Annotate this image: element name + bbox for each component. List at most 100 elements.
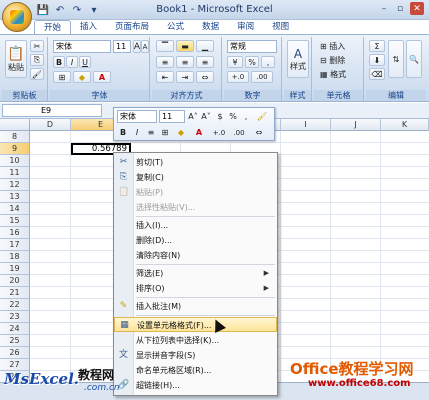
tab-formulas[interactable]: 公式 xyxy=(158,20,193,34)
font-color-icon[interactable]: A xyxy=(93,71,111,83)
align-center-icon[interactable]: ≡ xyxy=(176,56,194,68)
row-header[interactable]: 20 xyxy=(0,275,30,287)
find-select-icon[interactable]: 🔍 xyxy=(406,40,422,78)
sort-filter-icon[interactable]: ⇅ xyxy=(388,40,404,78)
menu-item-filter[interactable]: 筛选(E) ▶ xyxy=(114,266,277,281)
format-painter-icon[interactable]: 🖌 xyxy=(30,68,44,80)
menu-item-cut[interactable]: ✂ 剪切(T) xyxy=(114,155,277,170)
align-middle-icon[interactable]: ▬ xyxy=(176,40,194,52)
column-header[interactable]: D xyxy=(30,119,71,131)
borders-icon[interactable]: ⊞ xyxy=(53,71,71,83)
styles-button[interactable]: A 样式 xyxy=(287,40,309,78)
column-header[interactable]: I xyxy=(281,119,331,131)
row-header[interactable]: 9 xyxy=(0,143,30,155)
menu-item-hyperlink[interactable]: 🔗 超链接(H)... xyxy=(114,378,277,393)
mini-format-painter-icon[interactable]: 🖌 xyxy=(254,110,270,123)
mini-shrink-font-button[interactable]: A˅ xyxy=(200,110,212,123)
menu-item-clear-contents[interactable]: 清除内容(N) xyxy=(114,248,277,263)
row-header[interactable]: 10 xyxy=(0,155,30,167)
column-header[interactable]: K xyxy=(381,119,429,131)
currency-icon[interactable]: ¥ xyxy=(227,56,243,68)
mini-italic-button[interactable]: I xyxy=(131,126,143,139)
mini-fill-color-icon[interactable]: ◆ xyxy=(174,126,188,139)
tab-page-layout[interactable]: 页面布局 xyxy=(106,20,158,34)
autosum-button[interactable]: Σ xyxy=(369,40,385,52)
tab-review[interactable]: 审阅 xyxy=(228,20,263,34)
menu-item-sort[interactable]: 排序(O) ▶ xyxy=(114,281,277,296)
fill-color-icon[interactable]: ◆ xyxy=(73,71,91,83)
tab-view[interactable]: 视图 xyxy=(263,20,298,34)
mini-size-select[interactable]: 11 xyxy=(159,110,185,123)
italic-button[interactable]: I xyxy=(66,56,78,68)
row-header[interactable]: 23 xyxy=(0,311,30,323)
menu-item-delete[interactable]: 删除(D)... xyxy=(114,233,277,248)
mini-borders-icon[interactable]: ⊞ xyxy=(159,126,171,139)
menu-item-show-phonetic[interactable]: 文显示拼音字段(S) xyxy=(114,348,277,363)
mini-percent-button[interactable]: % xyxy=(227,110,239,123)
row-header[interactable]: 21 xyxy=(0,287,30,299)
office-button[interactable] xyxy=(2,2,32,32)
mini-font-color-button[interactable]: A xyxy=(192,126,206,139)
mini-currency-button[interactable]: $ xyxy=(214,110,226,123)
select-all-corner[interactable] xyxy=(0,119,30,131)
align-right-icon[interactable]: ≡ xyxy=(196,56,214,68)
restore-button[interactable]: ▫ xyxy=(393,2,407,15)
minimize-button[interactable]: – xyxy=(377,2,391,15)
merge-center-icon[interactable]: ⇔ xyxy=(196,71,214,83)
delete-cells-button[interactable]: ⊟ 删除 xyxy=(317,54,361,66)
paste-button[interactable]: 📋 粘贴 xyxy=(5,40,27,78)
mini-merge-icon[interactable]: ⇔ xyxy=(251,126,267,139)
underline-button[interactable]: U xyxy=(79,56,91,68)
align-left-icon[interactable]: ≡ xyxy=(156,56,174,68)
row-header[interactable]: 17 xyxy=(0,239,30,251)
decrease-decimal-icon[interactable]: .00 xyxy=(251,71,273,83)
row-header[interactable]: 12 xyxy=(0,179,30,191)
increase-indent-icon[interactable]: ⇥ xyxy=(176,71,194,83)
mini-decrease-decimal-button[interactable]: .00 xyxy=(230,126,248,139)
row-header[interactable]: 25 xyxy=(0,335,30,347)
row-header[interactable]: 11 xyxy=(0,167,30,179)
increase-decimal-icon[interactable]: +.0 xyxy=(227,71,249,83)
row-header[interactable]: 13 xyxy=(0,191,30,203)
row-header[interactable]: 26 xyxy=(0,347,30,359)
menu-item-name-range[interactable]: 命名单元格区域(R)... xyxy=(114,363,277,378)
copy-icon[interactable]: ⎘ xyxy=(30,54,44,66)
row-header[interactable]: 15 xyxy=(0,215,30,227)
align-bottom-icon[interactable]: ▁ xyxy=(196,40,214,52)
row-header[interactable]: 18 xyxy=(0,251,30,263)
mini-grow-font-button[interactable]: A˄ xyxy=(187,110,199,123)
close-button[interactable]: ✕ xyxy=(410,2,424,15)
menu-item-insert-comment[interactable]: ✎ 插入批注(M) xyxy=(114,299,277,314)
font-name-select[interactable]: 宋体 xyxy=(53,40,111,53)
row-header[interactable]: 8 xyxy=(0,131,30,143)
comma-button[interactable]: , xyxy=(261,56,275,68)
grow-font-button[interactable]: A xyxy=(133,40,141,53)
font-size-select[interactable]: 11 xyxy=(113,40,131,53)
row-header[interactable]: 14 xyxy=(0,203,30,215)
format-cells-button[interactable]: ▦ 格式 xyxy=(317,68,361,80)
mini-font-select[interactable]: 宋体 xyxy=(117,110,157,123)
row-header[interactable]: 24 xyxy=(0,323,30,335)
tab-insert[interactable]: 插入 xyxy=(71,20,106,34)
row-header[interactable]: 19 xyxy=(0,263,30,275)
menu-item-copy[interactable]: ⎘ 复制(C) xyxy=(114,170,277,185)
row-header[interactable]: 22 xyxy=(0,299,30,311)
fill-icon[interactable]: ⬇ xyxy=(369,54,385,66)
column-header[interactable]: J xyxy=(331,119,381,131)
mini-center-align-icon[interactable]: ≡ xyxy=(145,126,157,139)
align-top-icon[interactable]: ▔ xyxy=(156,40,174,52)
mini-bold-button[interactable]: B xyxy=(117,126,129,139)
number-format-select[interactable]: 常规 xyxy=(227,40,277,53)
mini-comma-button[interactable]: , xyxy=(240,110,252,123)
row-header[interactable]: 16 xyxy=(0,227,30,239)
mini-increase-decimal-button[interactable]: +.0 xyxy=(210,126,228,139)
tab-data[interactable]: 数据 xyxy=(193,20,228,34)
decrease-indent-icon[interactable]: ⇤ xyxy=(156,71,174,83)
insert-cells-button[interactable]: ⊞ 插入 xyxy=(317,40,361,52)
menu-item-format-cells[interactable]: ▦ 设置单元格格式(F)... xyxy=(114,317,277,332)
name-box[interactable]: E9 xyxy=(2,104,102,117)
menu-item-pick-from-list[interactable]: 从下拉列表中选择(K)... xyxy=(114,333,277,348)
percent-button[interactable]: % xyxy=(245,56,259,68)
shrink-font-button[interactable]: A xyxy=(141,40,149,53)
bold-button[interactable]: B xyxy=(53,56,65,68)
